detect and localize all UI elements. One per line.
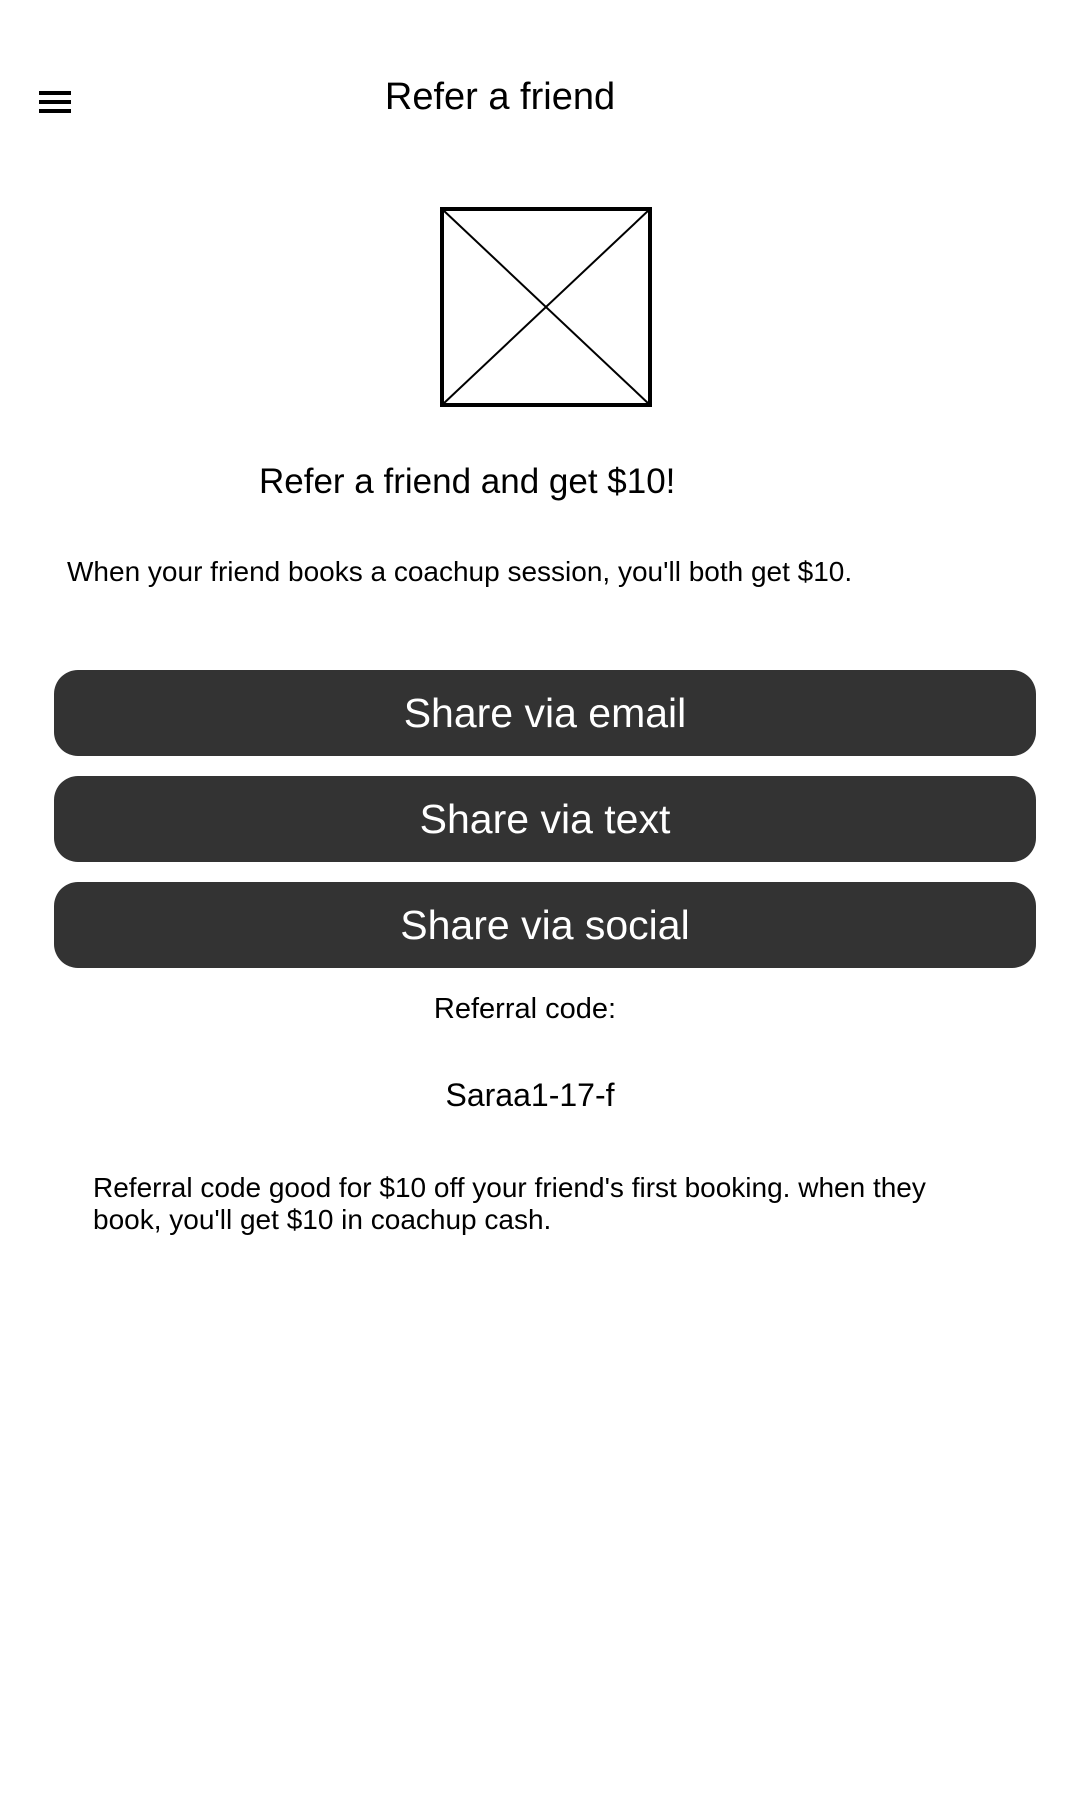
referral-code-label: Referral code: <box>433 993 617 1025</box>
share-via-text-button[interactable]: Share via text <box>54 776 1036 862</box>
share-via-email-button[interactable]: Share via email <box>54 670 1036 756</box>
page-title: Refer a friend <box>384 76 616 118</box>
referral-fineprint: Referral code good for $10 off your frie… <box>93 1172 926 1235</box>
share-via-social-button[interactable]: Share via social <box>54 882 1036 968</box>
referral-headline: Refer a friend and get $10! <box>259 462 676 501</box>
referral-code-value: Saraa1-17-f <box>445 1077 615 1113</box>
referral-description: When your friend books a coachup session… <box>67 556 853 587</box>
image-placeholder-icon <box>440 207 652 407</box>
